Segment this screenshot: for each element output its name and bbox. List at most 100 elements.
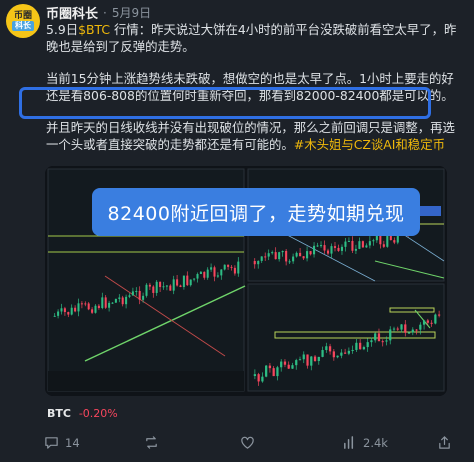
- candle-body: [299, 252, 302, 257]
- candle-body: [287, 364, 290, 369]
- candle-body: [321, 350, 324, 357]
- share-button[interactable]: [437, 435, 452, 450]
- share-icon: [439, 436, 450, 449]
- views-count: 2.4k: [363, 435, 388, 450]
- candle-body: [216, 275, 219, 277]
- candle-body: [189, 279, 192, 286]
- separator-dot: ·: [103, 5, 107, 20]
- candle-body: [210, 267, 213, 270]
- candle-body: [233, 267, 236, 274]
- candle-body: [328, 346, 332, 352]
- highlight-annotation-box: [19, 87, 431, 119]
- candle-body: [281, 250, 284, 253]
- candle-body: [306, 354, 309, 366]
- candle-body: [325, 346, 328, 351]
- image-overlay-caption: 82400附近回调了，走势如期兑现: [92, 188, 420, 236]
- candle-body: [333, 246, 337, 248]
- post-card[interactable]: 币圈 科长 币圈科长 · 5月9日 5.9日$BTC 行情：昨天说过大饼在4小时…: [0, 0, 474, 462]
- candle-body: [276, 367, 279, 377]
- candle-body: [415, 329, 418, 331]
- candle-body: [422, 320, 426, 325]
- candle-body: [340, 352, 343, 356]
- candle-body: [351, 349, 354, 351]
- candle-body: [97, 305, 100, 309]
- candle-body: [347, 350, 351, 354]
- candle-body: [182, 275, 185, 287]
- candle-body: [340, 246, 344, 251]
- candle-body: [261, 376, 264, 382]
- candle-body: [283, 361, 287, 365]
- candle-body: [347, 240, 350, 242]
- candle-body: [291, 365, 294, 369]
- ticker-chip[interactable]: BTC -0.20%: [47, 407, 118, 420]
- candle-body: [265, 365, 268, 377]
- candle-body: [288, 261, 291, 263]
- avatar[interactable]: 币圈 科长: [6, 4, 40, 38]
- candle-body: [101, 297, 104, 309]
- views-icon: [344, 436, 354, 449]
- candle-body: [125, 296, 128, 305]
- candle-body: [227, 264, 230, 267]
- hashtag-link[interactable]: #木头姐与CZ谈AI和稳定币: [294, 137, 445, 152]
- candle-body: [381, 341, 384, 343]
- candle-body: [257, 260, 260, 265]
- candle-body: [186, 275, 189, 286]
- avatar-text-bottom: 科长: [12, 21, 34, 31]
- avatar-text-top: 币圈: [13, 11, 32, 21]
- candle-body: [165, 285, 168, 287]
- candle-body: [60, 308, 63, 312]
- candle-body: [374, 333, 377, 341]
- candle-body: [430, 322, 433, 324]
- candle-body: [313, 356, 317, 362]
- candle-body: [285, 250, 288, 262]
- candle-body: [257, 374, 260, 382]
- cashtag-btc[interactable]: $BTC: [78, 22, 110, 37]
- username[interactable]: 币圈科长: [46, 3, 98, 22]
- candle-body: [152, 286, 155, 293]
- reply-count: 14: [65, 435, 80, 450]
- candle-body: [203, 271, 206, 278]
- views-button[interactable]: 2.4k: [342, 435, 388, 450]
- candle-body: [379, 234, 382, 245]
- candle-body: [162, 286, 165, 288]
- candle-body: [267, 253, 270, 257]
- candle-body: [306, 251, 309, 259]
- repost-button[interactable]: [144, 435, 165, 450]
- candle-body: [370, 340, 373, 343]
- reply-button[interactable]: 14: [44, 435, 80, 450]
- candle-body: [260, 256, 263, 261]
- candle-body: [155, 281, 158, 293]
- candle-body: [389, 329, 392, 341]
- candle-body: [419, 324, 422, 330]
- candle-body: [377, 333, 381, 342]
- candle-body: [298, 359, 302, 361]
- like-button[interactable]: [240, 435, 261, 450]
- paragraph-3: 并且昨天的日线收线并没有出现破位的情况，那么之前回调只是调整，再选一个头或者直接…: [46, 119, 466, 153]
- ticker-symbol: BTC: [47, 407, 71, 420]
- post-date[interactable]: 5月9日: [112, 4, 151, 21]
- candle-body: [310, 356, 313, 366]
- candle-body: [319, 245, 323, 247]
- candle-body: [253, 374, 257, 376]
- ticker-change: -0.20%: [78, 407, 118, 420]
- candle-body: [148, 284, 151, 287]
- candle-body: [365, 245, 368, 248]
- candle-body: [359, 342, 362, 350]
- candle-body: [326, 250, 330, 254]
- candle-body: [74, 307, 77, 312]
- candle-body: [393, 240, 396, 243]
- candle-body: [138, 290, 141, 300]
- candle-body: [437, 314, 441, 316]
- candle-body: [91, 309, 94, 313]
- candle-body: [253, 261, 256, 265]
- candle-body: [104, 297, 107, 308]
- candle-body: [220, 269, 223, 276]
- candle-body: [332, 351, 335, 358]
- candle-body: [70, 307, 73, 315]
- candle-body: [317, 356, 320, 362]
- candle-body: [131, 291, 134, 296]
- candle-body: [382, 244, 385, 247]
- candle-body: [121, 297, 124, 305]
- candle-body: [67, 312, 70, 315]
- candle-body: [343, 352, 347, 354]
